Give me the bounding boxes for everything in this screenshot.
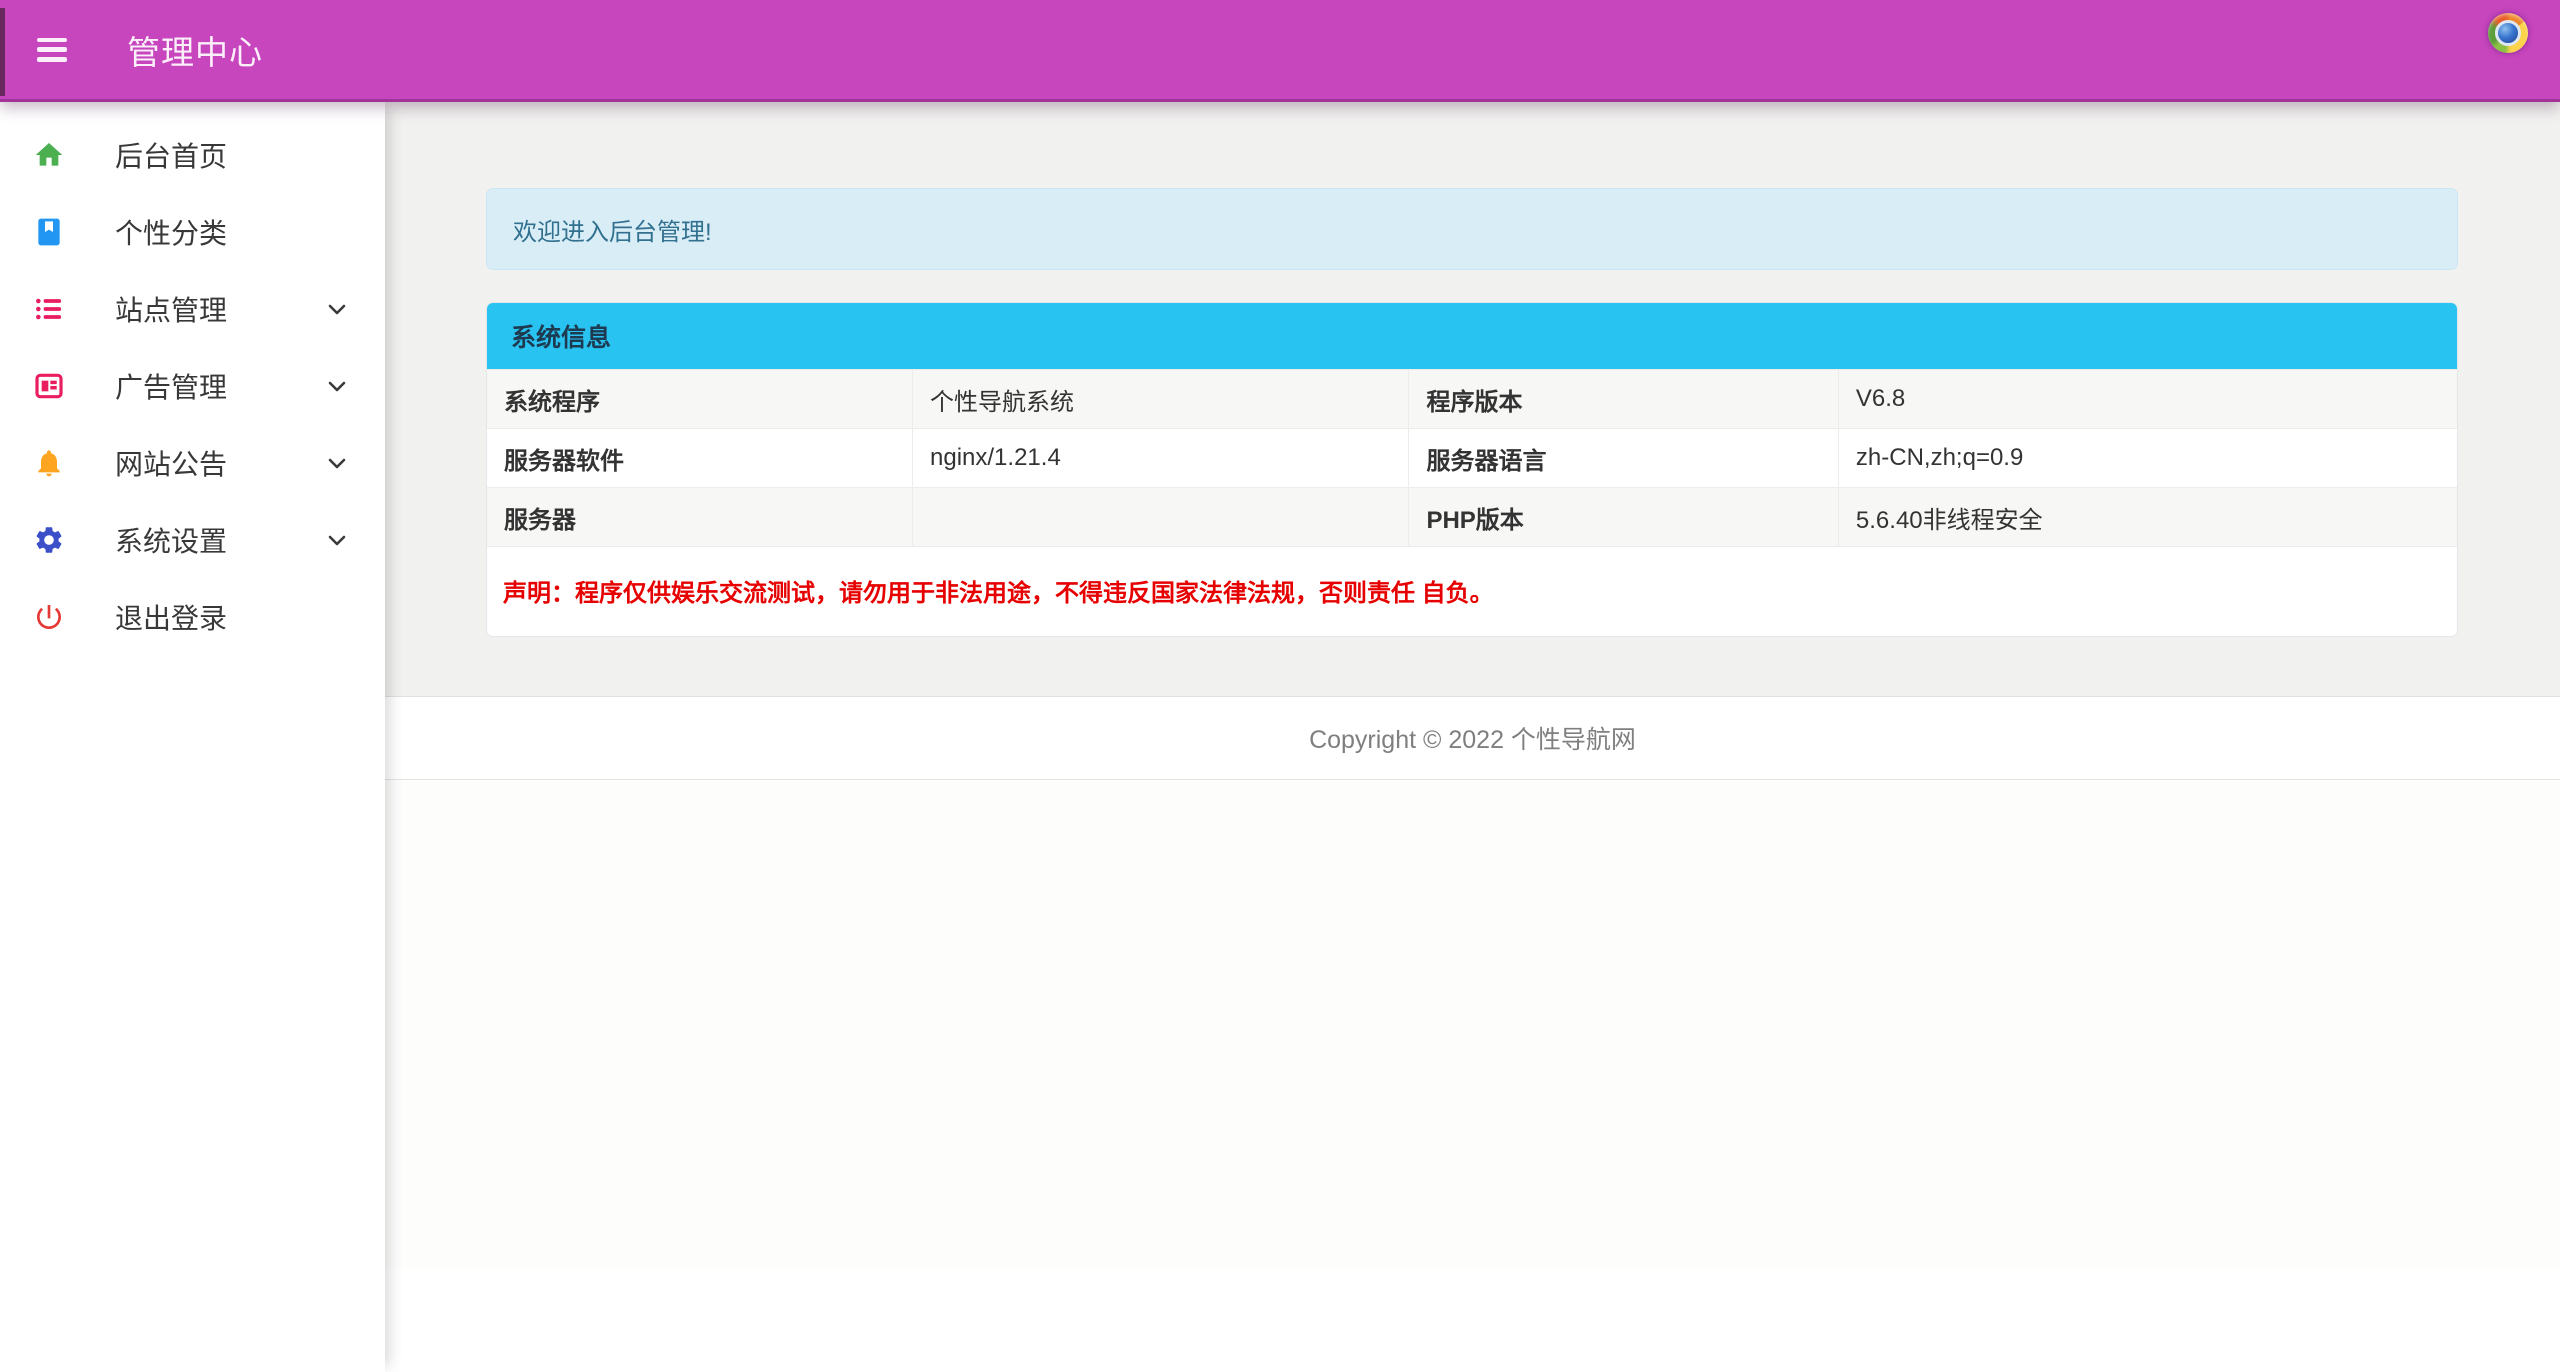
- welcome-alert-text: 欢迎进入后台管理!: [513, 212, 712, 247]
- gear-icon: [33, 524, 65, 556]
- chevron-down-icon: [325, 451, 349, 475]
- sidebar-nav: 后台首页 个性分类 站点管理 广告管理: [0, 102, 385, 1372]
- copyright-text: Copyright © 2022 个性导航网: [1309, 720, 1636, 756]
- book-icon: [33, 216, 65, 248]
- disclaimer-text: 声明：程序仅供娱乐交流测试，请勿用于非法用途，不得违反国家法律法规，否则责任 自…: [503, 580, 1494, 607]
- sidebar-item-label: 系统设置: [115, 520, 227, 560]
- chevron-down-icon: [325, 528, 349, 552]
- table-cell-value: 5.6.40非线程安全: [1838, 488, 2457, 547]
- sidebar-item-label: 个性分类: [115, 212, 227, 252]
- hamburger-icon: [37, 57, 67, 62]
- table-cell-label: 服务器软件: [487, 429, 913, 488]
- table-cell-label: PHP版本: [1409, 488, 1838, 547]
- content-area: 欢迎进入后台管理! 系统信息 系统程序 个性导航系统 程序版本 V6.8 服务器…: [385, 102, 2560, 1372]
- table-cell-label: 程序版本: [1409, 370, 1838, 429]
- hamburger-icon: [37, 47, 67, 52]
- ad-icon: [33, 370, 65, 402]
- menu-toggle-button[interactable]: [37, 38, 67, 62]
- panel-body: 声明：程序仅供娱乐交流测试，请勿用于非法用途，不得违反国家法律法规，否则责任 自…: [487, 547, 2457, 636]
- screen-edge-artifact: [0, 8, 5, 96]
- main-content: 欢迎进入后台管理! 系统信息 系统程序 个性导航系统 程序版本 V6.8 服务器…: [385, 102, 2560, 697]
- sidebar-item-ads[interactable]: 广告管理: [0, 347, 385, 424]
- footer: Copyright © 2022 个性导航网: [385, 697, 2560, 780]
- system-info-table: 系统程序 个性导航系统 程序版本 V6.8 服务器软件 nginx/1.21.4…: [487, 369, 2457, 547]
- panel-header: 系统信息: [487, 303, 2457, 369]
- sidebar-item-label: 后台首页: [115, 135, 227, 175]
- power-icon: [33, 601, 65, 633]
- chrome-logo-icon: [2488, 13, 2528, 53]
- sidebar-item-label: 退出登录: [115, 597, 227, 637]
- table-row: 服务器软件 nginx/1.21.4 服务器语言 zh-CN,zh;q=0.9: [487, 429, 2457, 488]
- list-icon: [33, 293, 65, 325]
- table-cell-value: V6.8: [1838, 370, 2457, 429]
- table-cell-label: 服务器语言: [1409, 429, 1838, 488]
- system-info-panel: 系统信息 系统程序 个性导航系统 程序版本 V6.8 服务器软件 nginx/1…: [486, 302, 2458, 637]
- table-row: 系统程序 个性导航系统 程序版本 V6.8: [487, 370, 2457, 429]
- table-cell-value: zh-CN,zh;q=0.9: [1838, 429, 2457, 488]
- table-cell-value: 个性导航系统: [913, 370, 1409, 429]
- sidebar-item-label: 广告管理: [115, 366, 227, 406]
- table-row: 服务器 PHP版本 5.6.40非线程安全: [487, 488, 2457, 547]
- sidebar-item-categories[interactable]: 个性分类: [0, 193, 385, 270]
- app-title: 管理中心: [127, 26, 263, 74]
- sidebar-item-dashboard[interactable]: 后台首页: [0, 116, 385, 193]
- table-cell-label: 系统程序: [487, 370, 913, 429]
- panel-title: 系统信息: [511, 318, 611, 354]
- table-cell-label: 服务器: [487, 488, 913, 547]
- chevron-down-icon: [325, 297, 349, 321]
- welcome-alert: 欢迎进入后台管理!: [486, 188, 2458, 270]
- bell-icon: [33, 447, 65, 479]
- table-cell-value: nginx/1.21.4: [913, 429, 1409, 488]
- sidebar-item-logout[interactable]: 退出登录: [0, 578, 385, 655]
- sidebar-item-label: 网站公告: [115, 443, 227, 483]
- sidebar-item-announcements[interactable]: 网站公告: [0, 424, 385, 501]
- home-icon: [33, 139, 65, 171]
- sidebar-item-label: 站点管理: [115, 289, 227, 329]
- hamburger-icon: [37, 38, 67, 43]
- sidebar-item-sites[interactable]: 站点管理: [0, 270, 385, 347]
- chevron-down-icon: [325, 374, 349, 398]
- sidebar-item-settings[interactable]: 系统设置: [0, 501, 385, 578]
- table-cell-value: [913, 488, 1409, 547]
- page-background: [385, 780, 2560, 1268]
- top-header-bar: 管理中心: [0, 0, 2560, 102]
